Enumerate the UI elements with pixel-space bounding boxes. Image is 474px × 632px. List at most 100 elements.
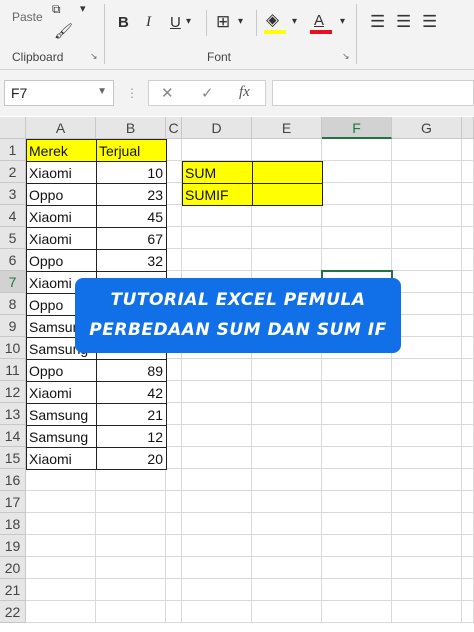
cell-d5[interactable] <box>182 227 252 249</box>
cell-e6[interactable] <box>252 249 322 271</box>
cell-c2[interactable] <box>166 161 182 183</box>
cell-a18[interactable] <box>26 513 96 535</box>
cell-h15[interactable] <box>462 447 474 469</box>
cell-h19[interactable] <box>462 535 474 557</box>
cell-c13[interactable] <box>166 403 182 425</box>
cell-d3[interactable]: SUMIF <box>182 183 253 206</box>
column-header-a[interactable]: A <box>26 117 96 139</box>
cell-c18[interactable] <box>166 513 182 535</box>
insert-function-icon[interactable]: fx <box>239 84 250 101</box>
cell-c3[interactable] <box>166 183 182 205</box>
cell-d12[interactable] <box>182 381 252 403</box>
row-header-21[interactable]: 21 <box>0 579 26 601</box>
cell-f16[interactable] <box>322 469 392 491</box>
cell-d18[interactable] <box>182 513 252 535</box>
cell-h11[interactable] <box>462 359 474 381</box>
cell-h1[interactable] <box>462 139 474 161</box>
italic-button[interactable]: I <box>146 14 151 31</box>
row-header-8[interactable]: 8 <box>0 293 26 315</box>
cell-e18[interactable] <box>252 513 322 535</box>
column-header-g[interactable]: G <box>392 117 462 139</box>
row-header-12[interactable]: 12 <box>0 381 26 403</box>
format-painter-icon[interactable]: 🖌 <box>54 22 73 40</box>
cell-a17[interactable] <box>26 491 96 513</box>
cell-g15[interactable] <box>392 447 462 469</box>
cell-c22[interactable] <box>166 601 182 623</box>
row-header-6[interactable]: 6 <box>0 249 26 271</box>
cell-a20[interactable] <box>26 557 96 579</box>
cell-e11[interactable] <box>252 359 322 381</box>
align-right-icon[interactable]: ☰ <box>422 12 437 32</box>
row-header-17[interactable]: 17 <box>0 491 26 513</box>
cell-a11[interactable]: Oppo <box>26 359 97 382</box>
cell-h9[interactable] <box>462 315 474 337</box>
cell-a21[interactable] <box>26 579 96 601</box>
cell-g22[interactable] <box>392 601 462 623</box>
borders-icon[interactable]: ⊞ <box>216 12 230 32</box>
cell-f2[interactable] <box>322 161 392 183</box>
cell-c14[interactable] <box>166 425 182 447</box>
cell-h20[interactable] <box>462 557 474 579</box>
cell-g4[interactable] <box>392 205 462 227</box>
cell-e3[interactable] <box>252 183 323 206</box>
cell-a14[interactable]: Samsung <box>26 425 97 448</box>
cell-h3[interactable] <box>462 183 474 205</box>
row-header-13[interactable]: 13 <box>0 403 26 425</box>
cell-b19[interactable] <box>96 535 166 557</box>
cell-h7[interactable] <box>462 271 474 293</box>
cell-h10[interactable] <box>462 337 474 359</box>
cell-g16[interactable] <box>392 469 462 491</box>
cell-f5[interactable] <box>322 227 392 249</box>
row-header-19[interactable]: 19 <box>0 535 26 557</box>
column-header-b[interactable]: B <box>96 117 166 139</box>
cell-g21[interactable] <box>392 579 462 601</box>
cell-g9[interactable] <box>392 315 462 337</box>
row-header-5[interactable]: 5 <box>0 227 26 249</box>
cell-a3[interactable]: Oppo <box>26 183 97 206</box>
cell-c19[interactable] <box>166 535 182 557</box>
cell-d13[interactable] <box>182 403 252 425</box>
cell-d4[interactable] <box>182 205 252 227</box>
cell-a13[interactable]: Samsung <box>26 403 97 426</box>
cell-d15[interactable] <box>182 447 252 469</box>
copy-icon[interactable]: ⧉ <box>52 2 61 17</box>
cell-d21[interactable] <box>182 579 252 601</box>
font-dialog-launcher-icon[interactable]: ↘ <box>342 51 350 62</box>
chevron-down-icon[interactable]: ▾ <box>292 16 297 27</box>
cell-b5[interactable]: 67 <box>96 227 167 250</box>
cell-g19[interactable] <box>392 535 462 557</box>
row-header-10[interactable]: 10 <box>0 337 26 359</box>
cell-b16[interactable] <box>96 469 166 491</box>
cell-e12[interactable] <box>252 381 322 403</box>
cell-b3[interactable]: 23 <box>96 183 167 206</box>
cell-e1[interactable] <box>252 139 322 161</box>
cell-d22[interactable] <box>182 601 252 623</box>
cell-d17[interactable] <box>182 491 252 513</box>
row-header-15[interactable]: 15 <box>0 447 26 469</box>
column-header-c[interactable]: C <box>166 117 182 139</box>
column-header-d[interactable]: D <box>182 117 252 139</box>
cell-g18[interactable] <box>392 513 462 535</box>
cell-b2[interactable]: 10 <box>96 161 167 184</box>
cell-f21[interactable] <box>322 579 392 601</box>
cell-f11[interactable] <box>322 359 392 381</box>
cell-d6[interactable] <box>182 249 252 271</box>
cell-e22[interactable] <box>252 601 322 623</box>
cell-h16[interactable] <box>462 469 474 491</box>
cell-c1[interactable] <box>166 139 182 161</box>
cell-b14[interactable]: 12 <box>96 425 167 448</box>
cell-f12[interactable] <box>322 381 392 403</box>
cell-h12[interactable] <box>462 381 474 403</box>
cell-c17[interactable] <box>166 491 182 513</box>
cell-c15[interactable] <box>166 447 182 469</box>
cell-c5[interactable] <box>166 227 182 249</box>
fill-color-icon[interactable]: ◈ <box>266 10 279 30</box>
cell-c11[interactable] <box>166 359 182 381</box>
cell-b17[interactable] <box>96 491 166 513</box>
cell-b6[interactable]: 32 <box>96 249 167 272</box>
cell-f6[interactable] <box>322 249 392 271</box>
cell-d11[interactable] <box>182 359 252 381</box>
row-header-1[interactable]: 1 <box>0 139 26 161</box>
cell-g2[interactable] <box>392 161 462 183</box>
cell-b11[interactable]: 89 <box>96 359 167 382</box>
